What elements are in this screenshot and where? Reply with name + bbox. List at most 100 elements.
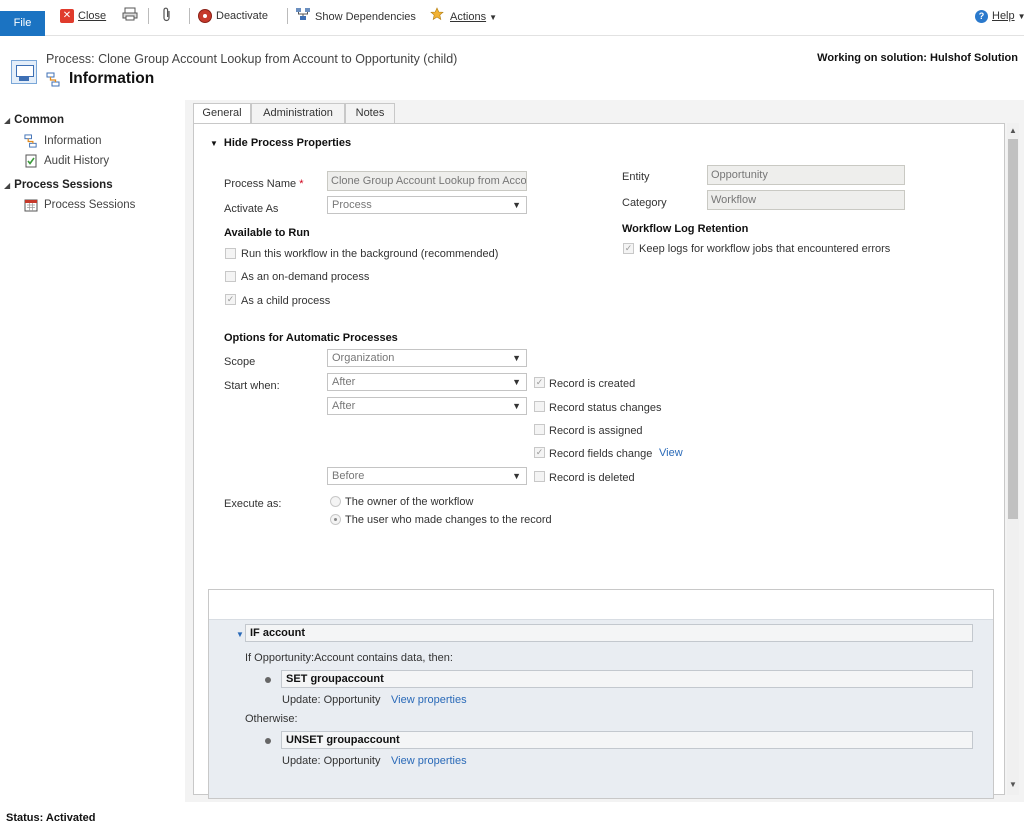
activate-as-label: Activate As [224,203,279,215]
nav-item-audit-history[interactable]: Audit History [24,154,109,168]
scope-value: Organization [332,352,395,364]
left-navigation: ◢ Common Information Audit History ◢ Proce… [0,100,185,802]
scope-select[interactable]: Organization ▼ [327,349,527,367]
unset-step[interactable]: UNSET groupaccount [281,731,973,749]
tab-administration[interactable]: Administration [251,103,345,124]
owner-label: The owner of the workflow [345,496,474,508]
deactivate-label: Deactivate [216,10,268,22]
dependencies-icon [295,7,311,27]
entity-label: Entity [622,171,650,183]
if-step[interactable]: IF account [245,624,973,642]
nav-item-label: Audit History [44,155,110,168]
scroll-up-icon[interactable]: ▲ [1007,125,1019,137]
chevron-down-icon: ▼ [512,377,521,387]
nav-group-label: Common [14,114,64,126]
user-radio[interactable] [330,514,341,525]
page-title: Information [69,70,155,87]
record-deleted-checkbox[interactable] [534,471,545,482]
process-icon [24,134,38,148]
close-button[interactable]: ✕ Close [60,7,106,25]
scrollbar-thumb[interactable] [1008,139,1018,519]
record-status-checkbox[interactable] [534,401,545,412]
nav-group-common[interactable]: ◢ Common [4,114,64,126]
hide-properties-toggle[interactable]: ▼ Hide Process Properties [210,137,351,149]
child-process-checkbox[interactable]: ✓ [225,294,236,305]
show-dependencies-label: Show Dependencies [315,10,416,23]
actions-star-icon [430,7,446,27]
start-when-select-status[interactable]: After ▼ [327,397,527,415]
keep-logs-checkbox[interactable]: ✓ [623,243,634,254]
help-label: Help [992,10,1015,22]
print-icon [122,7,138,27]
tab-general[interactable]: General [193,103,251,125]
close-label: Close [78,10,107,22]
child-process-label: As a child process [241,295,331,307]
record-fields-label: Record fields change [549,448,653,460]
print-button[interactable] [122,7,142,25]
available-to-run-header: Available to Run [224,227,310,239]
nav-item-label: Information [44,135,102,148]
owner-radio[interactable] [330,496,341,507]
view-properties-link[interactable]: View properties [391,755,467,767]
process-name-label: Process Name * [224,178,303,190]
record-created-checkbox[interactable]: ✓ [534,377,545,388]
actions-menu[interactable]: Actions ▼ [430,7,497,25]
record-fields-checkbox[interactable]: ✓ [534,447,545,458]
start-when-value: Before [332,470,365,482]
if-condition-text: If Opportunity:Account contains data, th… [245,652,453,664]
nav-group-label: Process Sessions [14,179,113,191]
start-when-select-deleted[interactable]: Before ▼ [327,467,527,485]
attach-button[interactable] [162,7,176,25]
deactivate-icon [198,9,212,24]
status-bar: Status: Activated [0,802,1024,832]
chevron-down-icon: ▼ [512,200,521,210]
file-button[interactable]: File [0,11,45,36]
start-when-select-created[interactable]: After ▼ [327,373,527,391]
start-when-label: Start when: [224,380,280,392]
nav-item-information[interactable]: Information [24,134,102,148]
chevron-down-icon: ▼ [489,12,497,22]
process-icon [46,72,61,87]
actions-label: Actions [450,10,487,23]
nav-group-process-sessions[interactable]: ◢ Process Sessions [4,179,113,191]
entity-field[interactable]: Opportunity [707,165,905,185]
start-when-value: After [332,376,356,388]
tab-notes[interactable]: Notes [345,103,395,124]
collapse-triangle-icon[interactable]: ▼ [236,630,244,639]
process-name-field[interactable]: Clone Group Account Lookup from Acco [327,171,527,191]
collapse-triangle-icon: ◢ [4,181,11,190]
on-demand-checkbox[interactable] [225,271,236,282]
nav-item-process-sessions[interactable]: Process Sessions [24,198,135,212]
update-label: Update: Opportunity [282,755,381,767]
log-retention-header: Workflow Log Retention [622,223,749,235]
process-name-label-text: Process Name [224,178,297,190]
help-menu[interactable]: ? Help ▼ [975,7,1024,25]
chevron-down-icon: ▼ [1017,12,1024,21]
section-header: Hide Process Properties [223,137,352,149]
record-assigned-checkbox[interactable] [534,424,545,435]
set-step[interactable]: SET groupaccount [281,670,973,688]
status-text: Status: Activated [6,812,96,824]
nav-item-label: Process Sessions [44,199,136,212]
calendar-icon [24,198,38,212]
required-asterisk: * [296,178,304,190]
execute-as-label: Execute as: [224,498,282,510]
view-properties-link[interactable]: View properties [391,694,467,706]
show-dependencies-button[interactable]: Show Dependencies [295,7,416,25]
deactivate-button[interactable]: Deactivate [198,7,268,25]
chevron-down-icon: ▼ [512,471,521,481]
ribbon-separator [148,8,149,24]
view-fields-link[interactable]: View [659,447,683,459]
help-icon: ? [975,9,988,23]
solution-label: Working on solution: Hulshof Solution [817,52,1018,64]
run-background-checkbox[interactable] [225,248,236,259]
chevron-down-icon: ▼ [512,401,521,411]
activate-as-select[interactable]: Process ▼ [327,196,527,214]
keep-logs-label: Keep logs for workflow jobs that encount… [639,243,891,255]
scroll-down-icon[interactable]: ▼ [1007,779,1019,791]
category-field[interactable]: Workflow [707,190,905,210]
vertical-scrollbar[interactable]: ▲ ▼ [1007,123,1019,795]
chevron-down-icon: ▼ [512,353,521,363]
on-demand-label: As an on-demand process [241,271,370,283]
start-when-value: After [332,400,356,412]
